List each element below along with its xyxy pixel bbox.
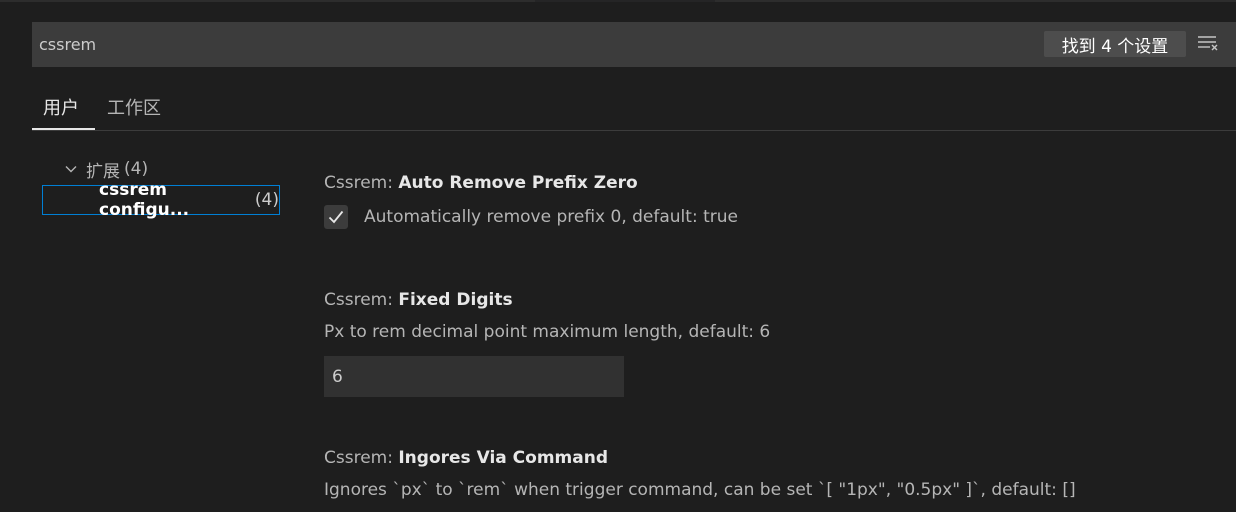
tab-user[interactable]: 用户 [43,94,79,120]
setting-title: Cssrem: Ingores Via Command [324,448,1076,472]
settings-scope-tabs: 用户 工作区 [32,82,1236,131]
setting-auto-remove-prefix-zero: Cssrem: Auto Remove Prefix Zero Automati… [324,173,738,229]
tab-workspace[interactable]: 工作区 [107,94,161,120]
check-icon [328,210,344,224]
chevron-down-icon [60,156,82,182]
settings-search-bar: 找到 4 个设置 [32,22,1236,67]
result-count-badge: 找到 4 个设置 [1044,31,1186,57]
filter-clear-icon[interactable] [1196,33,1220,55]
setting-ignores-via-command: Cssrem: Ingores Via Command Ignores `px`… [324,448,1076,500]
setting-description: Ignores `px` to `rem` when trigger comma… [324,480,1076,500]
setting-key: Fixed Digits [398,290,513,310]
setting-title: Cssrem: Auto Remove Prefix Zero [324,173,738,197]
setting-category: Cssrem: [324,448,399,468]
setting-description: Automatically remove prefix 0, default: … [364,207,738,227]
tab-strip-segment [715,0,1236,2]
tab-strip-segment [0,0,535,2]
settings-search-input[interactable] [39,22,939,67]
active-tab-indicator [32,128,95,130]
setting-fixed-digits: Cssrem: Fixed Digits Px to rem decimal p… [324,290,770,397]
toc-group-label: 扩展 [86,161,120,182]
setting-title: Cssrem: Fixed Digits [324,290,770,314]
fixed-digits-input[interactable] [324,356,624,397]
setting-category: Cssrem: [324,173,399,193]
setting-key: Auto Remove Prefix Zero [398,173,638,193]
toc-group-count: (4) [124,159,149,179]
setting-category: Cssrem: [324,290,399,310]
setting-description: Px to rem decimal point maximum length, … [324,322,771,342]
setting-key: Ingores Via Command [398,448,608,468]
toc-item-count: (4) [254,190,279,210]
toc-group-extensions[interactable]: 扩展 (4) [60,156,280,182]
toc-item-cssrem[interactable]: cssrem configu... (4) [42,180,280,220]
editor-tab-strip [0,0,1236,2]
auto-remove-prefix-zero-checkbox[interactable] [324,205,348,229]
toc-item-label: cssrem configu... [99,180,190,220]
